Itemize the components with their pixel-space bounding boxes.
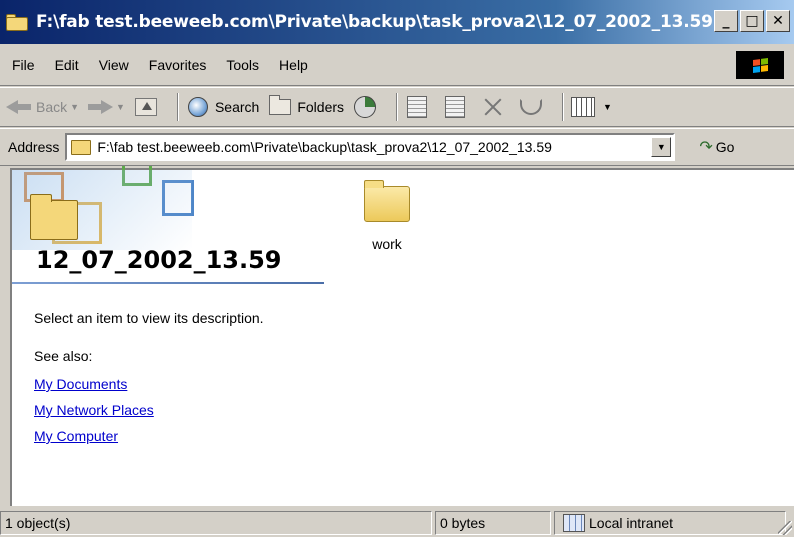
folder-icon [6,13,30,31]
zone-label: Local intranet [589,514,674,531]
local-intranet-icon [563,513,585,532]
move-to-icon [407,96,428,118]
window-controls: _ □ ✕ [714,10,790,32]
window-title: F:\fab test.beeweeb.com\Private\backup\t… [36,12,713,32]
menu-help[interactable]: Help [279,57,308,73]
undo-button[interactable] [518,96,548,118]
copy-to-button[interactable] [442,96,472,118]
link-my-network-places[interactable]: My Network Places [34,402,154,418]
copy-to-icon [445,96,466,118]
folder-view[interactable]: 12_07_2002_13.59 Select an item to view … [10,166,794,506]
back-button[interactable]: Back ▼ [6,99,79,115]
close-button[interactable]: ✕ [766,10,790,32]
maximize-button[interactable]: □ [740,10,764,32]
address-value[interactable]: F:\fab test.beeweeb.com\Private\backup\t… [97,139,552,155]
file-item-work[interactable]: work [347,178,427,252]
link-my-documents[interactable]: My Documents [34,376,127,392]
status-zone: Local intranet [554,510,786,535]
undo-icon [520,99,543,115]
description-text: Select an item to view its description. [34,310,264,326]
menu-bar: File Edit View Favorites Tools Help [0,44,794,86]
delete-button[interactable] [480,96,510,118]
search-icon [187,97,208,117]
address-input[interactable]: F:\fab test.beeweeb.com\Private\backup\t… [65,133,676,161]
go-label: Go [715,139,735,155]
folders-button[interactable]: Folders [267,95,345,118]
forward-arrow-icon [87,99,114,115]
status-size: 0 bytes [435,510,551,535]
address-bar: Address F:\fab test.beeweeb.com\Private\… [0,128,794,166]
toolbar-separator [562,93,565,121]
delete-icon [482,96,504,118]
link-my-computer[interactable]: My Computer [34,428,118,444]
menu-favorites[interactable]: Favorites [149,57,207,73]
menu-edit[interactable]: Edit [55,57,79,73]
menu-tools[interactable]: Tools [226,57,259,73]
forward-button[interactable]: ▼ [87,99,125,115]
history-icon [354,96,377,118]
chevron-down-icon: ▼ [656,142,666,152]
menu-view[interactable]: View [99,57,129,73]
explorer-window: F:\fab test.beeweeb.com\Private\backup\t… [0,0,794,537]
file-item-label: work [372,236,402,252]
folder-icon [30,194,78,240]
chevron-down-icon[interactable]: ▼ [70,102,79,112]
views-button[interactable]: ▼ [570,96,612,118]
move-to-button[interactable] [404,96,434,118]
resize-grip[interactable] [778,521,792,535]
folder-icon [71,139,92,155]
folders-icon [269,95,292,115]
folder-icon [364,180,410,222]
status-objects: 1 object(s) [0,510,432,535]
title-underline [12,282,324,284]
views-icon [571,97,596,117]
folder-banner: 12_07_2002_13.59 [12,166,324,285]
up-button[interactable] [133,96,163,118]
windows-logo-icon [736,51,784,79]
address-dropdown-button[interactable]: ▼ [651,137,672,157]
history-button[interactable] [352,96,382,118]
back-label: Back [36,99,68,115]
see-also-label: See also: [34,348,93,364]
status-bar: 1 object(s) 0 bytes Local intranet [0,508,794,537]
address-label: Address [8,139,60,155]
folders-label: Folders [297,99,345,115]
go-arrow-icon: ↷ [699,139,713,156]
search-button[interactable]: Search [185,96,259,118]
folder-title: 12_07_2002_13.59 [36,246,282,274]
toolbar-separator [396,93,399,121]
search-label: Search [214,99,260,115]
title-bar[interactable]: F:\fab test.beeweeb.com\Private\backup\t… [0,0,794,44]
minimize-button[interactable]: _ [714,10,738,32]
standard-toolbar: Back ▼ ▼ Search Folders ▼ [0,87,794,127]
toolbar-separator [176,93,179,121]
chevron-down-icon[interactable]: ▼ [116,102,125,112]
go-button[interactable]: ↷ Go [699,137,734,157]
folder-up-icon [134,98,157,116]
chevron-down-icon[interactable]: ▼ [603,102,612,112]
menu-file[interactable]: File [12,57,35,73]
back-arrow-icon [6,99,32,115]
